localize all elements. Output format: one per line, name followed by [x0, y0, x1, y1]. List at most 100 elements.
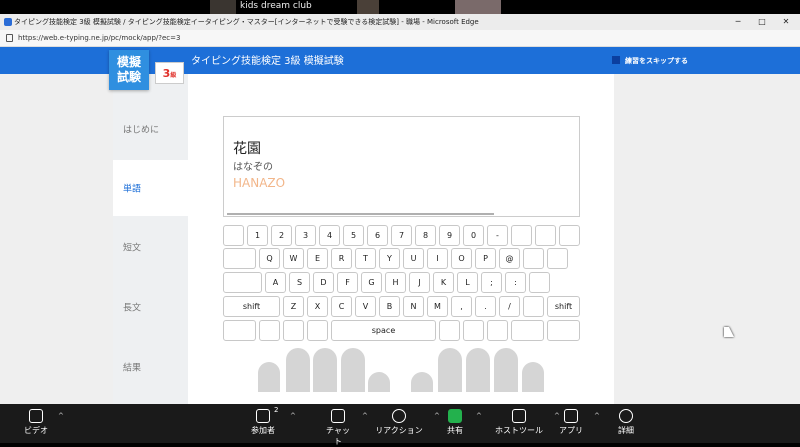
nav-item-long-text[interactable]: 長文: [113, 279, 188, 335]
participant-name: kids dream club: [240, 1, 312, 11]
chevron-up-icon[interactable]: ^: [434, 412, 440, 420]
keyboard-key: G: [361, 272, 382, 293]
share-icon: [448, 409, 462, 423]
keyboard-key: F: [337, 272, 358, 293]
keyboard-key: A: [265, 272, 286, 293]
keyboard-key: @: [499, 248, 520, 269]
zoom-button-label: リアクション: [375, 426, 423, 435]
keyboard-key: space: [331, 320, 436, 341]
keyboard-key: 8: [415, 225, 436, 246]
chevron-up-icon[interactable]: ^: [476, 412, 482, 420]
keyboard-key: O: [451, 248, 472, 269]
participants-icon: [256, 409, 270, 423]
lock-icon: [6, 34, 13, 42]
right-margin: [614, 74, 800, 404]
keyboard-key: Y: [379, 248, 400, 269]
minimize-button[interactable]: ─: [728, 14, 748, 30]
finger-shape: [494, 348, 518, 392]
edge-tab-icon: [4, 18, 12, 26]
keyboard-key: S: [289, 272, 310, 293]
finger-shape: [341, 348, 365, 392]
finger-shape: [368, 372, 390, 392]
keyboard-key: U: [403, 248, 424, 269]
maximize-button[interactable]: □: [752, 14, 772, 30]
nav-item-short-text[interactable]: 短文: [113, 219, 188, 275]
keyboard-key: shift: [223, 296, 280, 317]
keyboard-key: .: [475, 296, 496, 317]
word-kanji: 花園: [233, 141, 261, 157]
participant-thumbnail[interactable]: [455, 0, 501, 14]
keyboard-key: [559, 225, 580, 246]
zoom-button-label: ビデオ: [24, 426, 48, 435]
keyboard-key: X: [307, 296, 328, 317]
grade-badge: 3級: [155, 62, 184, 84]
zoom-button-label: ホストツール: [495, 426, 543, 435]
word-kana: はなぞの: [233, 162, 273, 173]
mouse-cursor-icon: [724, 327, 734, 337]
keyboard-key: L: [457, 272, 478, 293]
close-button[interactable]: ✕: [776, 14, 796, 30]
keyboard-key: N: [403, 296, 424, 317]
keyboard-key: K: [433, 272, 454, 293]
keyboard-key: R: [331, 248, 352, 269]
word-card: [223, 116, 580, 217]
finger-shape: [286, 348, 310, 392]
chevron-up-icon[interactable]: ^: [594, 412, 600, 420]
keyboard-key: [283, 320, 304, 341]
left-margin: [0, 74, 113, 404]
chat-icon: [331, 409, 345, 423]
nav-item-results[interactable]: 結果: [113, 339, 188, 395]
word-progress-bar: [227, 213, 494, 215]
keyboard-key: :: [505, 272, 526, 293]
video-icon: [29, 409, 43, 423]
zoom-host-tools-button[interactable]: ホストツール ^: [494, 404, 560, 443]
keyboard-key: [511, 225, 532, 246]
keyboard-key: [529, 272, 550, 293]
keyboard-key: [487, 320, 508, 341]
keyboard-key: 9: [439, 225, 460, 246]
finger-shape: [411, 372, 433, 392]
keyboard-key: B: [379, 296, 400, 317]
participant-thumbnail[interactable]: [357, 0, 379, 14]
keyboard-key: M: [427, 296, 448, 317]
keyboard-key: 2: [271, 225, 292, 246]
nav-item-intro[interactable]: はじめに: [113, 101, 188, 157]
zoom-share-button[interactable]: 共有 ^: [444, 404, 482, 443]
keyboard-key: 0: [463, 225, 484, 246]
finger-shape: [466, 348, 490, 392]
keyboard-key: [223, 248, 256, 269]
participant-thumbnail[interactable]: [210, 0, 236, 14]
address-bar[interactable]: https://web.e-typing.ne.jp/pc/mock/app/?…: [0, 30, 800, 47]
keyboard-key: P: [475, 248, 496, 269]
chevron-up-icon[interactable]: ^: [362, 412, 368, 420]
keyboard-key: [259, 320, 280, 341]
keyboard-key: J: [409, 272, 430, 293]
zoom-video-button[interactable]: ビデオ ^: [24, 404, 64, 443]
keyboard-key: [523, 248, 544, 269]
mock-exam-logo: 模擬 試験: [109, 50, 149, 90]
nav-item-words[interactable]: 単語: [113, 160, 188, 216]
keyboard-key: [223, 272, 262, 293]
window-titlebar: タイピング技能検定 3級 模擬試験 / タイピング技能検定イータイピング・マスタ…: [0, 14, 800, 30]
more-icon: [619, 409, 633, 423]
keyboard-key: 3: [295, 225, 316, 246]
zoom-more-button[interactable]: 詳細: [614, 404, 638, 443]
zoom-participants-button[interactable]: 参加者 2 ^: [246, 404, 296, 443]
keyboard-key: [511, 320, 544, 341]
keyboard-key: [523, 296, 544, 317]
zoom-apps-button[interactable]: アプリ ^: [558, 404, 600, 443]
keyboard-key: E: [307, 248, 328, 269]
zoom-chat-button[interactable]: チャット ^: [324, 404, 368, 446]
keyboard-key: [547, 320, 580, 341]
zoom-reaction-button[interactable]: リアクション ^: [374, 404, 440, 443]
keyboard-key: [463, 320, 484, 341]
chevron-up-icon[interactable]: ^: [290, 412, 296, 420]
skip-practice-toggle[interactable]: 練習をスキップする: [612, 56, 688, 66]
finger-shape: [258, 362, 280, 392]
checkbox-icon[interactable]: [612, 56, 620, 64]
host-tools-icon: [512, 409, 526, 423]
keyboard-key: Q: [259, 248, 280, 269]
keyboard-key: H: [385, 272, 406, 293]
chevron-up-icon[interactable]: ^: [58, 412, 64, 420]
url-text[interactable]: https://web.e-typing.ne.jp/pc/mock/app/?…: [18, 30, 180, 47]
